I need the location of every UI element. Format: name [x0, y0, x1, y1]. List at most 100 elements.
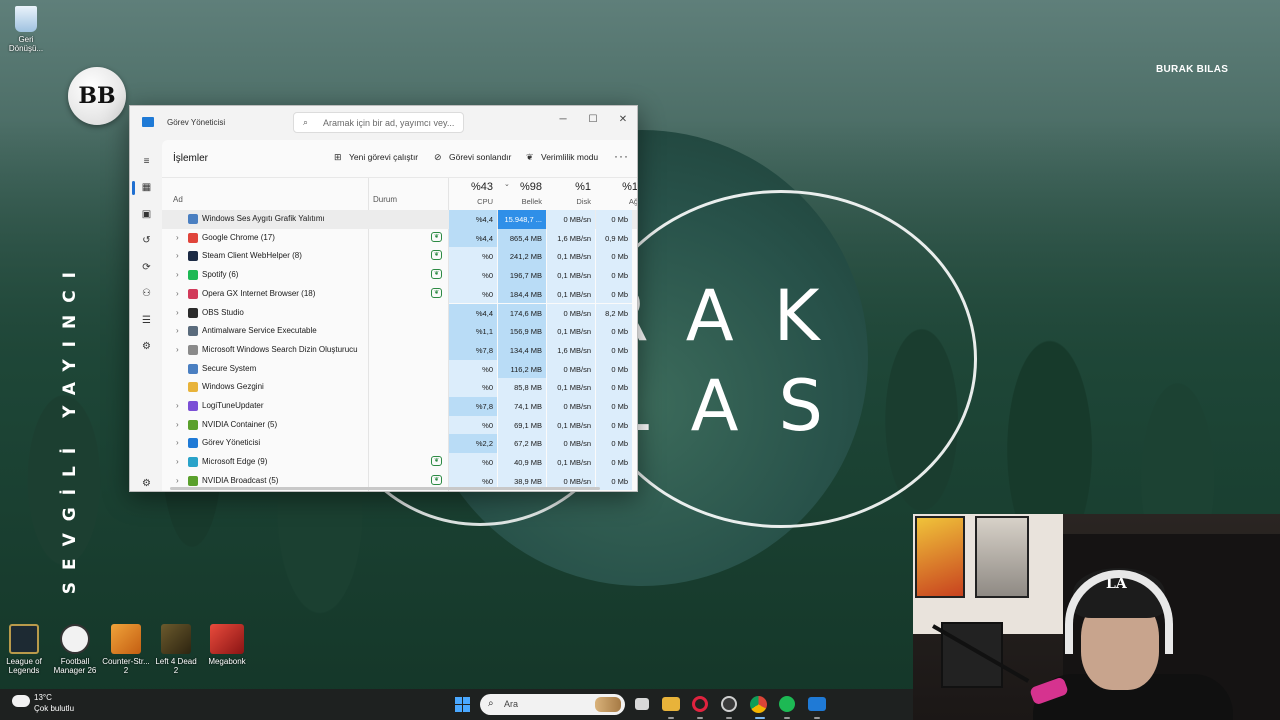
task-view-icon[interactable] [635, 698, 649, 710]
recycle-bin-shortcut[interactable]: Geri Dönüşü... [2, 6, 50, 53]
cloud-icon[interactable] [12, 695, 30, 707]
process-search-input[interactable]: ⌕ Aramak için bir ad, yayımcı vey... [293, 112, 464, 133]
expand-chevron-icon[interactable]: › [176, 457, 179, 466]
process-row[interactable]: › Microsoft Edge (9) ❦ %0 40,9 MB 0,1 MB/sn 0 … [162, 453, 637, 472]
minimize-button[interactable]: ─ [548, 110, 578, 130]
new-task-label: Yeni görevi çalıştır [349, 152, 419, 162]
file-explorer-icon[interactable] [662, 697, 680, 711]
end-task-button[interactable]: ⊘ Görevi sonlandır [434, 152, 511, 163]
opera-gx-icon[interactable] [692, 696, 708, 712]
disk-cell: 0,1 MB/sn [547, 247, 595, 267]
column-cpu-pct[interactable]: %43 [449, 181, 493, 193]
column-status[interactable]: Durum [373, 195, 397, 204]
close-button[interactable]: ✕ [608, 110, 637, 130]
start-button[interactable] [455, 697, 470, 712]
recycle-bin-label: Geri Dönüşü... [8, 35, 44, 53]
column-cpu-label[interactable]: CPU [449, 197, 493, 206]
weather-temperature[interactable]: 13°C [34, 693, 52, 702]
process-row[interactable]: Windows Gezgini %0 85,8 MB 0,1 MB/sn 0 Mb [162, 378, 637, 397]
process-row[interactable]: › Microsoft Windows Search Dizin Oluşturu… [162, 340, 637, 360]
process-row[interactable]: Windows Ses Aygıtı Grafik Yalıtımı %4,4 15… [162, 210, 637, 229]
left-4-dead-shortcut[interactable]: Left 4 Dead 2 [152, 624, 200, 675]
taskbar: 13°C Çok bulutlu ⌕ Ara [0, 689, 913, 720]
memory-cell: 15.948,7 ... [498, 210, 546, 229]
expand-chevron-icon[interactable]: › [176, 270, 179, 279]
network-cell: 0 Mb [596, 266, 632, 285]
process-app-icon [188, 270, 198, 281]
efficiency-mode-button[interactable]: ❦ Verimlilik modu [526, 152, 598, 163]
cpu-cell: %4,4 [449, 303, 497, 323]
column-network-label[interactable]: Ağ [596, 197, 637, 206]
window-title: Görev Yöneticisi [167, 118, 226, 127]
toolbar: İşlemler ⊞ Yeni görevi çalıştır ⊘ Görevi s… [162, 140, 637, 178]
services-nav-icon[interactable]: ⚙ [140, 340, 153, 353]
expand-chevron-icon[interactable]: › [176, 308, 179, 317]
column-disk-label[interactable]: Disk [547, 197, 591, 206]
steam-icon[interactable] [721, 696, 737, 712]
windows-logo-icon [463, 697, 470, 704]
process-row[interactable]: › NVIDIA Container (5) %0 69,1 MB 0,1 MB/sn 0… [162, 415, 637, 435]
expand-chevron-icon[interactable]: › [176, 326, 179, 335]
processes-nav-icon[interactable]: ▦ [140, 181, 153, 194]
new-task-icon: ⊞ [334, 152, 342, 162]
process-row[interactable]: › Steam Client WebHelper (8) ❦ %0 241,2 MB 0,… [162, 247, 637, 267]
horizontal-scrollbar[interactable] [170, 487, 600, 490]
title-bar[interactable]: Görev Yöneticisi ⌕ Aramak için bir ad, y… [130, 106, 637, 140]
weather-description[interactable]: Çok bulutlu [34, 704, 74, 713]
column-memory-pct[interactable]: %98 [498, 181, 542, 193]
process-row[interactable]: › LogiTuneUpdater %7,8 74,1 MB 0 MB/sn 0 Mb [162, 397, 637, 416]
users-nav-icon[interactable]: ⚇ [140, 287, 153, 300]
details-nav-icon[interactable]: ☰ [140, 314, 153, 327]
process-app-icon [188, 401, 198, 411]
expand-chevron-icon[interactable]: › [176, 345, 179, 354]
task-manager-taskbar-icon[interactable] [808, 697, 826, 711]
maximize-button[interactable]: ☐ [578, 110, 608, 130]
app-history-nav-icon[interactable]: ↺ [140, 234, 153, 247]
network-cell: 0 Mb [596, 322, 632, 341]
disk-cell: 0 MB/sn [547, 359, 595, 379]
expand-chevron-icon[interactable]: › [176, 233, 179, 242]
memory-cell: 241,2 MB [498, 247, 546, 267]
league-of-legends-shortcut[interactable]: League of Legends [0, 624, 48, 675]
poster-image [941, 622, 1003, 688]
counter-strike-shortcut[interactable]: Counter-Str... 2 [102, 624, 150, 675]
performance-nav-icon[interactable]: ▣ [140, 208, 153, 221]
taskbar-search[interactable]: ⌕ Ara [480, 694, 625, 715]
process-row[interactable]: › Opera GX Internet Browser (18) ❦ %0 184,4 … [162, 284, 637, 304]
process-row[interactable]: › Antimalware Service Executable %1,1 156,9… [162, 322, 637, 341]
new-task-button[interactable]: ⊞ Yeni görevi çalıştır [334, 152, 418, 163]
column-memory-label[interactable]: Bellek [498, 197, 542, 206]
expand-chevron-icon[interactable]: › [176, 251, 179, 260]
column-network-pct[interactable]: %1 [596, 181, 637, 193]
settings-nav-icon[interactable]: ⚙ [140, 477, 153, 490]
shortcut-label: Football Manager 26 [53, 657, 97, 675]
startup-apps-nav-icon[interactable]: ⟳ [140, 261, 153, 274]
expand-chevron-icon[interactable]: › [176, 289, 179, 298]
process-row[interactable]: › Görev Yöneticisi %2,2 67,2 MB 0 MB/sn 0 Mb [162, 434, 637, 454]
memory-cell: 74,1 MB [498, 397, 546, 416]
league-of-legends-icon [9, 624, 39, 654]
chrome-icon[interactable] [750, 696, 767, 713]
hamburger-menu-icon[interactable]: ≡ [140, 155, 153, 168]
column-disk-pct[interactable]: %1 [547, 181, 591, 193]
process-name: OBS Studio [202, 307, 244, 317]
spotify-icon[interactable] [779, 696, 795, 712]
process-row[interactable]: › OBS Studio %4,4 174,6 MB 0 MB/sn 8,2 Mb [162, 303, 637, 323]
column-header-row: Ad Durum %43 CPU ⌄ %98 Bellek %1 Disk %1… [162, 178, 637, 210]
megabonk-shortcut[interactable]: Megabonk [203, 624, 251, 666]
expand-chevron-icon[interactable]: › [176, 476, 179, 485]
expand-chevron-icon[interactable]: › [176, 438, 179, 447]
more-options-button[interactable]: ··· [614, 149, 629, 163]
disk-cell: 0 MB/sn [547, 434, 595, 454]
process-row[interactable]: › Spotify (6) ❦ %0 196,7 MB 0,1 MB/sn 0 Mb [162, 266, 637, 285]
network-cell: 0 Mb [596, 359, 632, 379]
column-name[interactable]: Ad [173, 195, 183, 204]
football-manager-shortcut[interactable]: Football Manager 26 [51, 624, 99, 675]
network-cell: 0 Mb [596, 378, 632, 397]
network-cell: 0 Mb [596, 340, 632, 360]
process-app-icon [188, 251, 198, 262]
expand-chevron-icon[interactable]: › [176, 420, 179, 429]
process-row[interactable]: › Google Chrome (17) ❦ %4,4 865,4 MB 1,6 MB/s… [162, 228, 637, 248]
expand-chevron-icon[interactable]: › [176, 401, 179, 410]
process-row[interactable]: Secure System %0 116,2 MB 0 MB/sn 0 Mb [162, 359, 637, 379]
